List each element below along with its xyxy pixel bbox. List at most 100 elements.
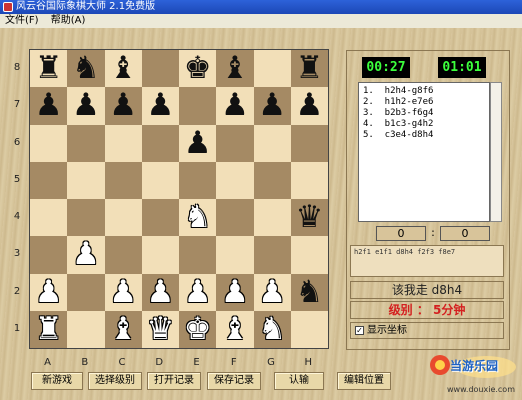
white-knight-piece[interactable]: ♞ [254,311,291,348]
board-square-e6[interactable]: ♟ [179,124,217,162]
board-square-g1[interactable]: ♞ [253,310,291,348]
black-knight-piece[interactable]: ♞ [67,50,104,87]
black-rook-piece[interactable]: ♜ [291,50,328,87]
edit-position-button[interactable]: 编辑位置 [337,372,391,390]
board-square-c4[interactable] [104,199,142,237]
board-square-b6[interactable] [67,124,105,162]
black-pawn-piece[interactable]: ♟ [179,125,216,162]
black-pawn-piece[interactable]: ♟ [291,87,328,124]
move-row[interactable]: 1. h2h4-g8f6 [363,86,485,97]
white-queen-piece[interactable]: ♛ [142,311,179,348]
board-square-d1[interactable]: ♛ [141,310,179,348]
black-pawn-piece[interactable]: ♟ [67,87,104,124]
board-square-a8[interactable]: ♜ [30,50,68,88]
white-pawn-piece[interactable]: ♟ [179,274,216,311]
board-square-g2[interactable]: ♟ [253,273,291,311]
white-pawn-piece[interactable]: ♟ [254,274,291,311]
move-list[interactable]: 1. h2h4-g8f6 2. h1h2-e7e6 3. b2b3-f6g4 4… [358,82,490,222]
move-row[interactable]: 4. b1c3-g4h2 [363,119,485,130]
board-square-h2[interactable]: ♞ [290,273,328,311]
board-square-d8[interactable] [141,50,179,88]
board-square-a4[interactable] [30,199,68,237]
board-square-h4[interactable]: ♛ [290,199,328,237]
board-square-d6[interactable] [141,124,179,162]
board-square-c6[interactable] [104,124,142,162]
board-square-f1[interactable]: ♝ [216,310,254,348]
white-knight-piece[interactable]: ♞ [179,199,216,236]
black-pawn-piece[interactable]: ♟ [254,87,291,124]
board-square-h1[interactable] [290,310,328,348]
board-square-c8[interactable]: ♝ [104,50,142,88]
board-square-b7[interactable]: ♟ [67,87,105,125]
save-record-button[interactable]: 保存记录 [207,372,261,390]
board-square-b5[interactable] [67,161,105,199]
board-square-b4[interactable] [67,199,105,237]
board-square-h6[interactable] [290,124,328,162]
board-square-h5[interactable] [290,161,328,199]
board-square-f3[interactable] [216,236,254,274]
board-square-a6[interactable] [30,124,68,162]
move-row[interactable]: 5. c3e4-d8h4 [363,130,485,141]
new-game-button[interactable]: 新游戏 [31,372,83,390]
board-square-g8[interactable] [253,50,291,88]
board-square-a1[interactable]: ♜ [30,310,68,348]
board-square-e8[interactable]: ♚ [179,50,217,88]
board-square-c5[interactable] [104,161,142,199]
board-square-g7[interactable]: ♟ [253,87,291,125]
board-square-d4[interactable] [141,199,179,237]
board-square-c2[interactable]: ♟ [104,273,142,311]
board-square-b1[interactable] [67,310,105,348]
black-king-piece[interactable]: ♚ [179,50,216,87]
black-bishop-piece[interactable]: ♝ [105,50,142,87]
board-square-b8[interactable]: ♞ [67,50,105,88]
black-pawn-piece[interactable]: ♟ [105,87,142,124]
black-queen-piece[interactable]: ♛ [291,199,328,236]
board-square-c3[interactable] [104,236,142,274]
board-square-e1[interactable]: ♚ [179,310,217,348]
black-pawn-piece[interactable]: ♟ [142,87,179,124]
board-square-b3[interactable]: ♟ [67,236,105,274]
board-square-e7[interactable] [179,87,217,125]
board-square-a5[interactable] [30,161,68,199]
board-square-g4[interactable] [253,199,291,237]
move-row[interactable]: 2. h1h2-e7e6 [363,97,485,108]
white-bishop-piece[interactable]: ♝ [216,311,253,348]
board-square-h7[interactable]: ♟ [290,87,328,125]
white-pawn-piece[interactable]: ♟ [105,274,142,311]
board-square-h3[interactable] [290,236,328,274]
menu-file[interactable]: 文件(F) [5,15,39,26]
black-rook-piece[interactable]: ♜ [30,50,67,87]
board-square-a7[interactable]: ♟ [30,87,68,125]
board-square-b2[interactable] [67,273,105,311]
board-square-f8[interactable]: ♝ [216,50,254,88]
white-king-piece[interactable]: ♚ [179,311,216,348]
board-square-f7[interactable]: ♟ [216,87,254,125]
board-square-g6[interactable] [253,124,291,162]
board-square-f2[interactable]: ♟ [216,273,254,311]
board-square-e5[interactable] [179,161,217,199]
show-coords-checkbox[interactable]: ✓ [355,326,364,335]
board-square-g5[interactable] [253,161,291,199]
board-square-a3[interactable] [30,236,68,274]
board-square-d5[interactable] [141,161,179,199]
white-pawn-piece[interactable]: ♟ [142,274,179,311]
white-bishop-piece[interactable]: ♝ [105,311,142,348]
board-square-e2[interactable]: ♟ [179,273,217,311]
board-square-a2[interactable]: ♟ [30,273,68,311]
board-square-e4[interactable]: ♞ [179,199,217,237]
white-pawn-piece[interactable]: ♟ [30,274,67,311]
resign-button[interactable]: 认输 [274,372,324,390]
board-square-d3[interactable] [141,236,179,274]
chess-board[interactable]: ♜ ♞ ♝ ♚ ♝ ♜ ♟ ♟ ♟ ♟ ♟ ♟ ♟ ♟ ♞ ♛ ♟ ♟ ♟ ♟ ♟ ♟ ♟ ♞ ♜ ♝ ♛ ♚ ♝ ♞ [29,49,329,349]
board-square-c7[interactable]: ♟ [104,87,142,125]
white-pawn-piece[interactable]: ♟ [216,274,253,311]
menu-help[interactable]: 帮助(A) [51,15,86,26]
board-square-h8[interactable]: ♜ [290,50,328,88]
select-level-button[interactable]: 选择级别 [88,372,142,390]
move-row[interactable]: 3. b2b3-f6g4 [363,108,485,119]
board-square-f5[interactable] [216,161,254,199]
move-list-scrollbar[interactable] [490,82,502,222]
board-square-g3[interactable] [253,236,291,274]
open-record-button[interactable]: 打开记录 [147,372,201,390]
board-square-e3[interactable] [179,236,217,274]
